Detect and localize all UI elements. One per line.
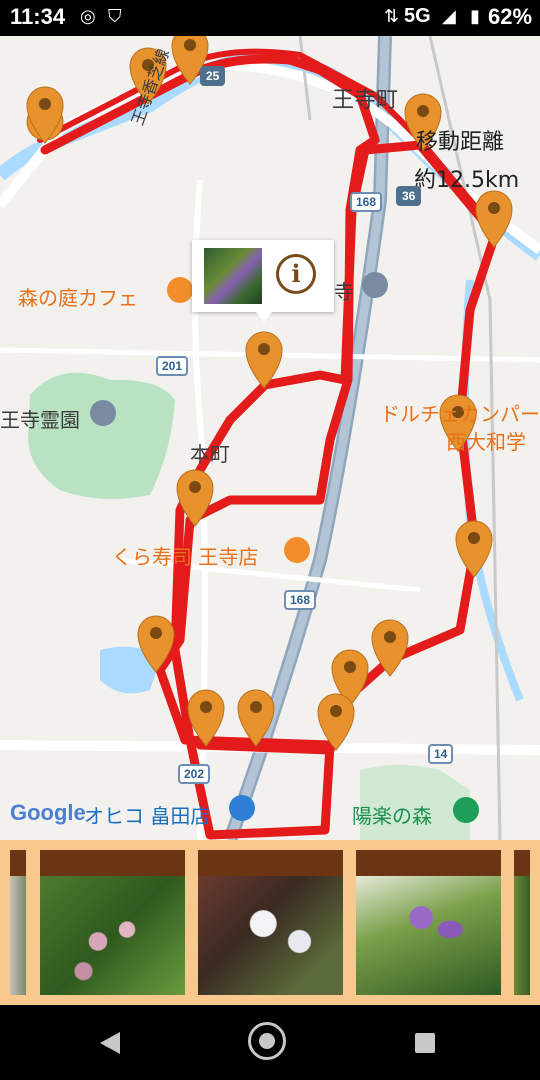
cemetery-park	[28, 372, 175, 499]
battery-icon: ▮	[470, 6, 480, 26]
data-arrows-icon: ⇅	[384, 6, 400, 26]
popup-tail	[256, 312, 272, 322]
signal-icon: ◢	[442, 6, 456, 26]
photo-strip[interactable]	[0, 840, 540, 1005]
cafe-label[interactable]: 森の庭カフェ	[18, 282, 138, 311]
back-icon[interactable]	[100, 1032, 120, 1054]
route-distance-value: 約12.5km	[414, 168, 520, 193]
google-logo: Google	[10, 800, 86, 825]
info-icon[interactable]: i	[276, 254, 316, 294]
forest-label[interactable]: 陽楽の森	[352, 800, 432, 829]
dolce-label[interactable]: ドルチェカンパー	[380, 398, 540, 427]
route-shield-25: 25	[200, 66, 226, 86]
route-shield-168-south: 168	[284, 590, 317, 610]
cemetery-label[interactable]: 王寺霊園	[0, 404, 80, 433]
system-nav-bar	[0, 1005, 540, 1080]
map-pin	[26, 86, 64, 144]
forest-marker	[453, 797, 479, 823]
restaurant-marker	[284, 537, 310, 563]
battery-level: 62%	[488, 4, 533, 29]
cemetery-marker	[90, 400, 116, 426]
shop-marker	[229, 795, 255, 821]
route-shield-201: 201	[156, 356, 189, 376]
yamato-label[interactable]: 西大和学	[446, 426, 526, 455]
home-icon[interactable]	[248, 1022, 286, 1060]
recent-apps-icon[interactable]	[415, 1033, 435, 1053]
popup-photo-thumbnail[interactable]	[204, 248, 262, 304]
temple-label[interactable]: 寺	[334, 276, 354, 305]
cafe-marker	[167, 277, 193, 303]
route-shield-14: 14	[428, 744, 454, 764]
pin-info-popup[interactable]: i	[192, 240, 334, 322]
photo-card-purple-spikes[interactable]	[356, 850, 501, 995]
map-pin	[455, 520, 493, 578]
temple-marker	[362, 272, 388, 298]
network-type: 5G	[404, 5, 431, 27]
map-view[interactable]: 森の庭カフェ 寺 王寺香芝線 王寺町 王寺霊園 本町 くら寿司 王寺店 ドルチェ…	[0, 36, 540, 840]
sushi-label[interactable]: くら寿司 王寺店	[112, 541, 258, 570]
map-pin	[475, 190, 513, 248]
honmachi-label: 本町	[190, 442, 230, 466]
area-label: 王寺町	[332, 88, 399, 113]
route-shield-168: 168	[350, 192, 383, 212]
status-bar: 11:34 ◎ ⛉ ⇅ 5G ◢ ▮ 62%	[0, 0, 540, 36]
route-shield-36: 36	[396, 186, 422, 206]
status-time: 11:34	[10, 4, 66, 29]
shield-status-icon: ⛉	[108, 6, 122, 26]
photo-card-partial-left[interactable]	[10, 850, 26, 995]
route-shield-202: 202	[178, 764, 211, 784]
photo-card-white-flowers[interactable]	[198, 850, 343, 995]
supermarket-label[interactable]: オヒコ 畠田店	[84, 800, 210, 829]
photo-card-pink-buds[interactable]	[40, 850, 185, 995]
route-distance-label: 移動距離	[416, 130, 505, 155]
data-saver-icon: ◎	[80, 6, 96, 26]
photo-card-partial-right[interactable]	[514, 850, 530, 995]
